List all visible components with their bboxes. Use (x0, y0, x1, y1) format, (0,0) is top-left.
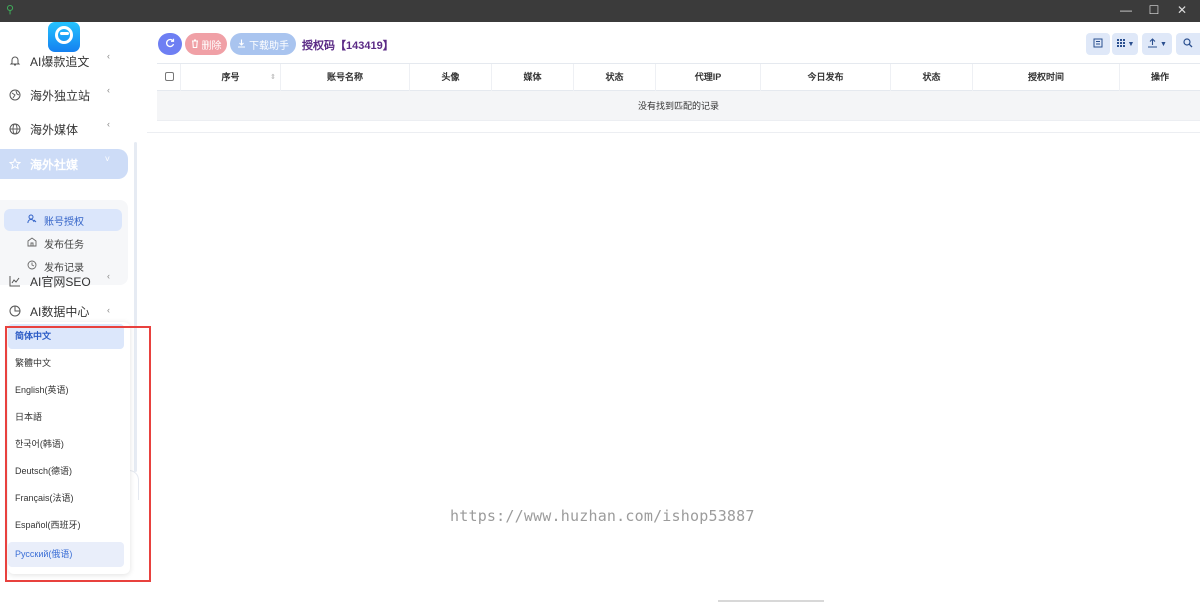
delete-button[interactable]: 删除 (185, 33, 227, 55)
refresh-icon (165, 38, 175, 51)
column-header-label: 媒体 (523, 72, 542, 82)
download-helper-label: 下载助手 (249, 40, 289, 52)
close-button[interactable]: ✕ (1168, 0, 1196, 22)
search-button[interactable] (1176, 33, 1200, 55)
select-all-checkbox[interactable] (165, 72, 174, 81)
column-header-label: 代理IP (694, 72, 722, 82)
column-header-label: 状态 (605, 72, 624, 82)
export-dropdown-button[interactable]: ▼ (1142, 33, 1172, 55)
export-icon (1147, 37, 1158, 51)
auth-code-title: 授权码【143419】 (302, 40, 394, 52)
column-header-index[interactable]: 序号 ⇕ (181, 64, 281, 91)
pin-icon[interactable]: ⚲ (6, 3, 14, 16)
sidebar-item-overseas-social[interactable]: 海外社媒 ˅ (0, 149, 128, 179)
column-header-label: 今日发布 (807, 72, 844, 82)
chevron-down-icon: ˅ (104, 154, 110, 164)
sidebar-item-label: 海外独立站 (30, 88, 91, 103)
submenu-item-label: 发布任务 (44, 239, 84, 251)
delete-button-label: 删除 (201, 40, 222, 52)
sidebar-item-seo[interactable]: AI官网SEO ‹ (0, 266, 128, 296)
sort-icon: ⇕ (270, 74, 276, 81)
sidebar-item-label: AI爆款追文 (30, 54, 90, 69)
maximize-button[interactable]: ☐ (1140, 0, 1168, 22)
column-header-status: 状态 (574, 64, 656, 91)
globe-icon (8, 88, 22, 102)
column-header-account-name: 账号名称 (281, 64, 410, 91)
refresh-button[interactable] (158, 33, 182, 55)
list-view-icon (1093, 38, 1103, 51)
caret-down-icon: ▼ (1127, 40, 1135, 48)
column-header-label: 操作 (1150, 72, 1169, 82)
submenu-item-account-auth[interactable]: 账号授权 (4, 209, 122, 231)
minimize-button[interactable]: — (1112, 0, 1140, 22)
toggle-view-button[interactable] (1086, 33, 1110, 55)
grid-icon (1116, 38, 1126, 51)
search-icon (1183, 37, 1193, 51)
watermark-text: https://www.huzhan.com/ishop53887 (450, 507, 755, 525)
column-header-status-2: 状态 (891, 64, 973, 91)
user-key-icon (26, 214, 38, 227)
column-header-label: 序号 (221, 72, 240, 82)
chevron-left-icon: ‹ (107, 305, 110, 315)
sidebar-item-independent-site[interactable]: 海外独立站 ‹ (0, 80, 128, 110)
bell-icon (8, 54, 22, 68)
sidebar-item-label: AI数据中心 (30, 304, 90, 319)
submenu-item-label: 账号授权 (44, 216, 84, 228)
table-bottom-divider (147, 132, 1200, 133)
window-titlebar: ⚲ — ☐ ✕ (0, 0, 1200, 22)
submenu-item-publish-task[interactable]: 发布任务 (4, 232, 122, 254)
chevron-left-icon: ‹ (107, 51, 110, 61)
column-header-proxy-ip: 代理IP (656, 64, 761, 91)
sidebar-item-data-center[interactable]: AI数据中心 ‹ (0, 300, 128, 322)
star-icon (8, 157, 22, 171)
trash-icon (191, 38, 199, 50)
sidebar-item-label: AI官网SEO (30, 274, 91, 289)
column-header-media: 媒体 (492, 64, 574, 91)
chevron-left-icon: ‹ (107, 85, 110, 95)
table-header: 序号 ⇕ 账号名称 头像 媒体 状态 代理IP 今日发布 状态 授权时间 操作 (157, 63, 1200, 91)
column-header-actions: 操作 (1120, 64, 1200, 91)
column-header-label: 状态 (922, 72, 941, 82)
highlight-annotation-box (5, 326, 151, 582)
chart-line-icon (8, 274, 22, 288)
building-icon (26, 236, 38, 250)
sidebar-item-overseas-media[interactable]: 海外媒体 ‹ (0, 114, 128, 144)
select-all-cell (157, 64, 181, 91)
column-header-today-publish: 今日发布 (761, 64, 891, 91)
download-helper-button[interactable]: 下载助手 (230, 33, 296, 55)
sidebar-item-ai-article[interactable]: AI爆款追文 ‹ (0, 46, 128, 76)
globe-icon (8, 122, 22, 136)
sidebar-item-label: 海外社媒 (30, 157, 79, 172)
column-header-label: 授权时间 (1027, 72, 1064, 82)
download-icon (237, 39, 246, 50)
column-header-avatar: 头像 (410, 64, 492, 91)
column-header-auth-time: 授权时间 (973, 64, 1120, 91)
chevron-left-icon: ‹ (107, 271, 110, 281)
accounts-table: 序号 ⇕ 账号名称 头像 媒体 状态 代理IP 今日发布 状态 授权时间 操作 (157, 63, 1200, 121)
pie-chart-icon (8, 304, 22, 318)
sidebar-item-label: 海外媒体 (30, 122, 79, 137)
column-header-label: 账号名称 (326, 72, 363, 82)
column-header-label: 头像 (441, 72, 460, 82)
chevron-left-icon: ‹ (107, 119, 110, 129)
columns-dropdown-button[interactable]: ▼ (1112, 33, 1138, 55)
table-empty-row: 没有找到匹配的记录 (157, 91, 1200, 121)
caret-down-icon: ▼ (1160, 40, 1167, 48)
